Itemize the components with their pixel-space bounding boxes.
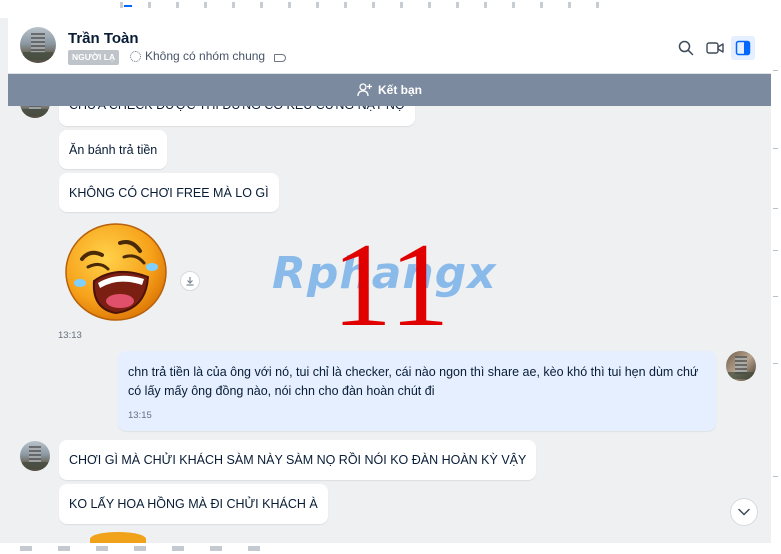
message-text: chn trả tiền là của ông với nó, tui chỉ … bbox=[128, 365, 699, 398]
video-call-button[interactable] bbox=[703, 36, 727, 60]
side-panel-icon bbox=[735, 40, 751, 56]
top-clipped-area bbox=[0, 0, 781, 18]
contact-name[interactable]: Trần Toàn bbox=[68, 30, 139, 47]
message-bubble[interactable]: KO LẤY HOA HỒNG MÀ ĐI CHỬI KHÁCH À bbox=[59, 484, 328, 524]
contact-avatar[interactable] bbox=[20, 27, 56, 63]
edge-tick bbox=[773, 70, 778, 71]
laughing-sticker[interactable] bbox=[64, 221, 168, 321]
overlay-number: 11 bbox=[332, 218, 452, 351]
top-clipped-text bbox=[120, 2, 620, 8]
add-friend-label: Kết bạn bbox=[377, 83, 422, 97]
side-panel-button[interactable] bbox=[731, 36, 755, 60]
edge-tick bbox=[773, 476, 778, 477]
message-bubble[interactable]: KHÔNG CÓ CHƠI FREE MÀ LO GÌ bbox=[59, 173, 279, 212]
edge-tick bbox=[773, 250, 778, 251]
message-text: KHÔNG CÓ CHƠI FREE MÀ LO GÌ bbox=[69, 185, 269, 200]
sender-avatar[interactable] bbox=[20, 441, 50, 471]
edge-tick bbox=[773, 296, 778, 297]
search-button[interactable] bbox=[674, 36, 698, 60]
own-message-bubble[interactable]: chn trả tiền là của ông với nó, tui chỉ … bbox=[118, 351, 716, 431]
download-icon bbox=[186, 277, 194, 286]
scroll-down-button[interactable] bbox=[730, 498, 758, 526]
download-button[interactable] bbox=[180, 271, 200, 291]
right-edge-panel bbox=[771, 18, 781, 554]
common-groups[interactable]: Không có nhóm chung bbox=[130, 49, 265, 63]
video-call-icon bbox=[706, 42, 724, 54]
search-icon bbox=[678, 40, 694, 56]
message-text: CHƠI GÌ MÀ CHỬI KHÁCH SÀM NÀY SÀM NỌ RỒI… bbox=[69, 453, 527, 467]
label-tag-icon[interactable] bbox=[274, 54, 286, 62]
message-text: Ăn bánh trả tiền bbox=[69, 142, 158, 157]
message-time: 13:15 bbox=[128, 410, 152, 421]
message-text: KO LẤY HOA HỒNG MÀ ĐI CHỬI KHÁCH À bbox=[69, 497, 318, 511]
message-bubble[interactable]: CHƠI GÌ MÀ CHỬI KHÁCH SÀM NÀY SÀM NỌ RỒI… bbox=[59, 440, 537, 480]
own-avatar[interactable] bbox=[726, 351, 756, 381]
chat-window: Trần Toàn NGƯỜI LẠ Không có nhóm chung K… bbox=[0, 0, 781, 554]
add-friend-bar-overlay[interactable]: Kết bạn bbox=[8, 74, 771, 106]
spinner-icon bbox=[130, 50, 141, 62]
edge-tick bbox=[773, 148, 778, 149]
edge-tick bbox=[773, 363, 778, 364]
common-groups-label: Không có nhóm chung bbox=[145, 49, 266, 63]
chevron-down-icon bbox=[738, 508, 750, 516]
message-bubble[interactable]: Ăn bánh trả tiền bbox=[59, 130, 168, 169]
stranger-badge: NGƯỜI LẠ bbox=[68, 50, 120, 65]
message-time: 13:13 bbox=[58, 330, 82, 341]
bottom-clipped-text bbox=[20, 546, 280, 551]
bottom-clipped-area bbox=[0, 543, 781, 554]
chat-header: Trần Toàn NGƯỜI LẠ Không có nhóm chung bbox=[8, 18, 771, 74]
add-user-icon bbox=[357, 83, 372, 97]
edge-tick bbox=[773, 208, 778, 209]
